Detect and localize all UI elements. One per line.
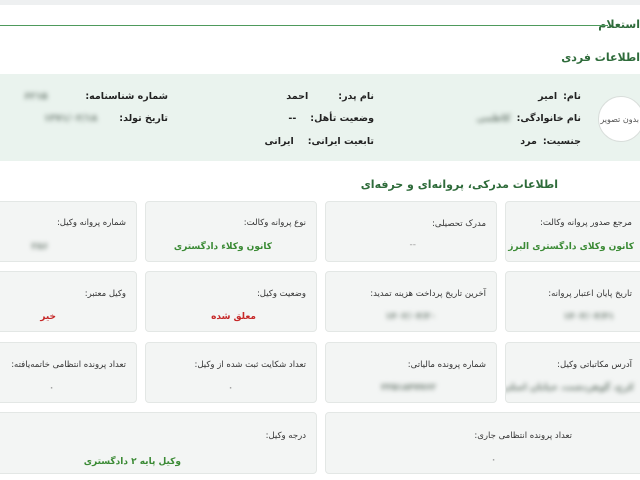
page-header: استعلام bbox=[0, 14, 640, 34]
license-type-value: کانون وکلاء دادگستری bbox=[173, 242, 272, 252]
birth-date-field: تاریخ تولد:۱۳۷۱/۰۲/۱۸ bbox=[43, 113, 168, 124]
card-degree: مدرک تحصیلی: -- bbox=[325, 201, 497, 262]
closed-cases-value: ۰ bbox=[49, 383, 54, 392]
license-section-title: اطلاعات مدرکی، پروانه‌ای و حرفه‌ای bbox=[360, 178, 558, 191]
card-last-payment: آخرین تاریخ پرداخت هزینه تمدید: ۱۴۰۲/۰۴/… bbox=[325, 271, 497, 332]
card-license-type: نوع پروانه وکالت: کانون وکلاء دادگستری bbox=[145, 201, 317, 262]
header-divider bbox=[0, 25, 608, 26]
avatar: بدون تصویر bbox=[598, 96, 640, 142]
card-current-cases: تعداد پرونده انتظامی جاری: ۰ bbox=[325, 412, 640, 474]
marital-status-value: -- bbox=[288, 113, 297, 124]
license-issuer-value: کانون وکلای دادگستری البرز bbox=[508, 242, 634, 252]
name-field: نام:امیر bbox=[538, 91, 581, 102]
birth-date-value: ۱۳۷۱/۰۲/۱۸ bbox=[43, 113, 98, 124]
father-name-field: نام پدر:احمد bbox=[286, 91, 374, 102]
card-complaints: تعداد شکایت ثبت شده از وکیل: ۰ bbox=[145, 342, 317, 403]
family-name-field: نام خانوادگی:کاظمی bbox=[476, 113, 581, 124]
address-value: کرج، گوهردشت، خیابان اصلی bbox=[505, 383, 634, 393]
card-license-number: شماره پروانه وکیل: ۲۸۶ bbox=[0, 201, 137, 262]
top-bar bbox=[0, 0, 640, 5]
gender-value: مرد bbox=[520, 136, 537, 147]
license-number-value: ۲۸۶ bbox=[31, 242, 48, 252]
personal-section-title: اطلاعات فردی bbox=[561, 51, 640, 64]
marital-status-field: وضعیت تأهل:-- bbox=[288, 113, 374, 124]
card-lawyer-grade: درجه وکیل: وکیل پایه ۲ دادگستری bbox=[0, 412, 317, 474]
card-valid-lawyer: وکیل معتبر: خیر bbox=[0, 271, 137, 332]
id-number-field: شماره شناسنامه:۶۲۱۵ bbox=[24, 91, 168, 102]
license-expiry-value: ۱۴۰۳/۰۴/۳۱ bbox=[563, 312, 614, 322]
card-license-expiry: تاریخ پایان اعتبار پروانه: ۱۴۰۳/۰۴/۳۱ bbox=[505, 271, 640, 332]
nationality-field: تابعیت ایرانی:ایرانی bbox=[264, 136, 374, 147]
card-license-issuer: مرجع صدور پروانه وکالت: کانون وکلای دادگ… bbox=[505, 201, 640, 262]
valid-lawyer-value: خیر bbox=[40, 312, 56, 322]
card-tax-file: شماره پرونده مالیاتی: ۲۲۵۱۸۴۷۷۶۲ bbox=[325, 342, 497, 403]
nationality-value: ایرانی bbox=[264, 136, 294, 147]
degree-value: -- bbox=[409, 240, 417, 250]
card-address: آدرس مکاتباتی وکیل: کرج، گوهردشت، خیابان… bbox=[505, 342, 640, 403]
id-number-value: ۶۲۱۵ bbox=[24, 91, 48, 102]
complaints-value: ۰ bbox=[228, 383, 233, 392]
name-value: امیر bbox=[538, 91, 558, 102]
avatar-placeholder-text: بدون تصویر bbox=[600, 114, 639, 124]
tax-file-value: ۲۲۵۱۸۴۷۷۶۲ bbox=[381, 383, 436, 393]
gender-field: جنسیت:مرد bbox=[520, 136, 581, 147]
lawyer-status-value: معلق شده bbox=[211, 312, 256, 322]
father-name-value: احمد bbox=[286, 91, 309, 102]
lawyer-grade-value: وکیل پایه ۲ دادگستری bbox=[83, 457, 181, 467]
last-payment-value: ۱۴۰۲/۰۴/۲۰ bbox=[385, 312, 436, 322]
family-name-value: کاظمی bbox=[476, 113, 511, 124]
current-cases-value: ۰ bbox=[491, 455, 496, 464]
card-lawyer-status: وضعیت وکیل: معلق شده bbox=[145, 271, 317, 332]
card-closed-cases: تعداد پرونده انتظامی خاتمه‌یافته: ۰ bbox=[0, 342, 137, 403]
